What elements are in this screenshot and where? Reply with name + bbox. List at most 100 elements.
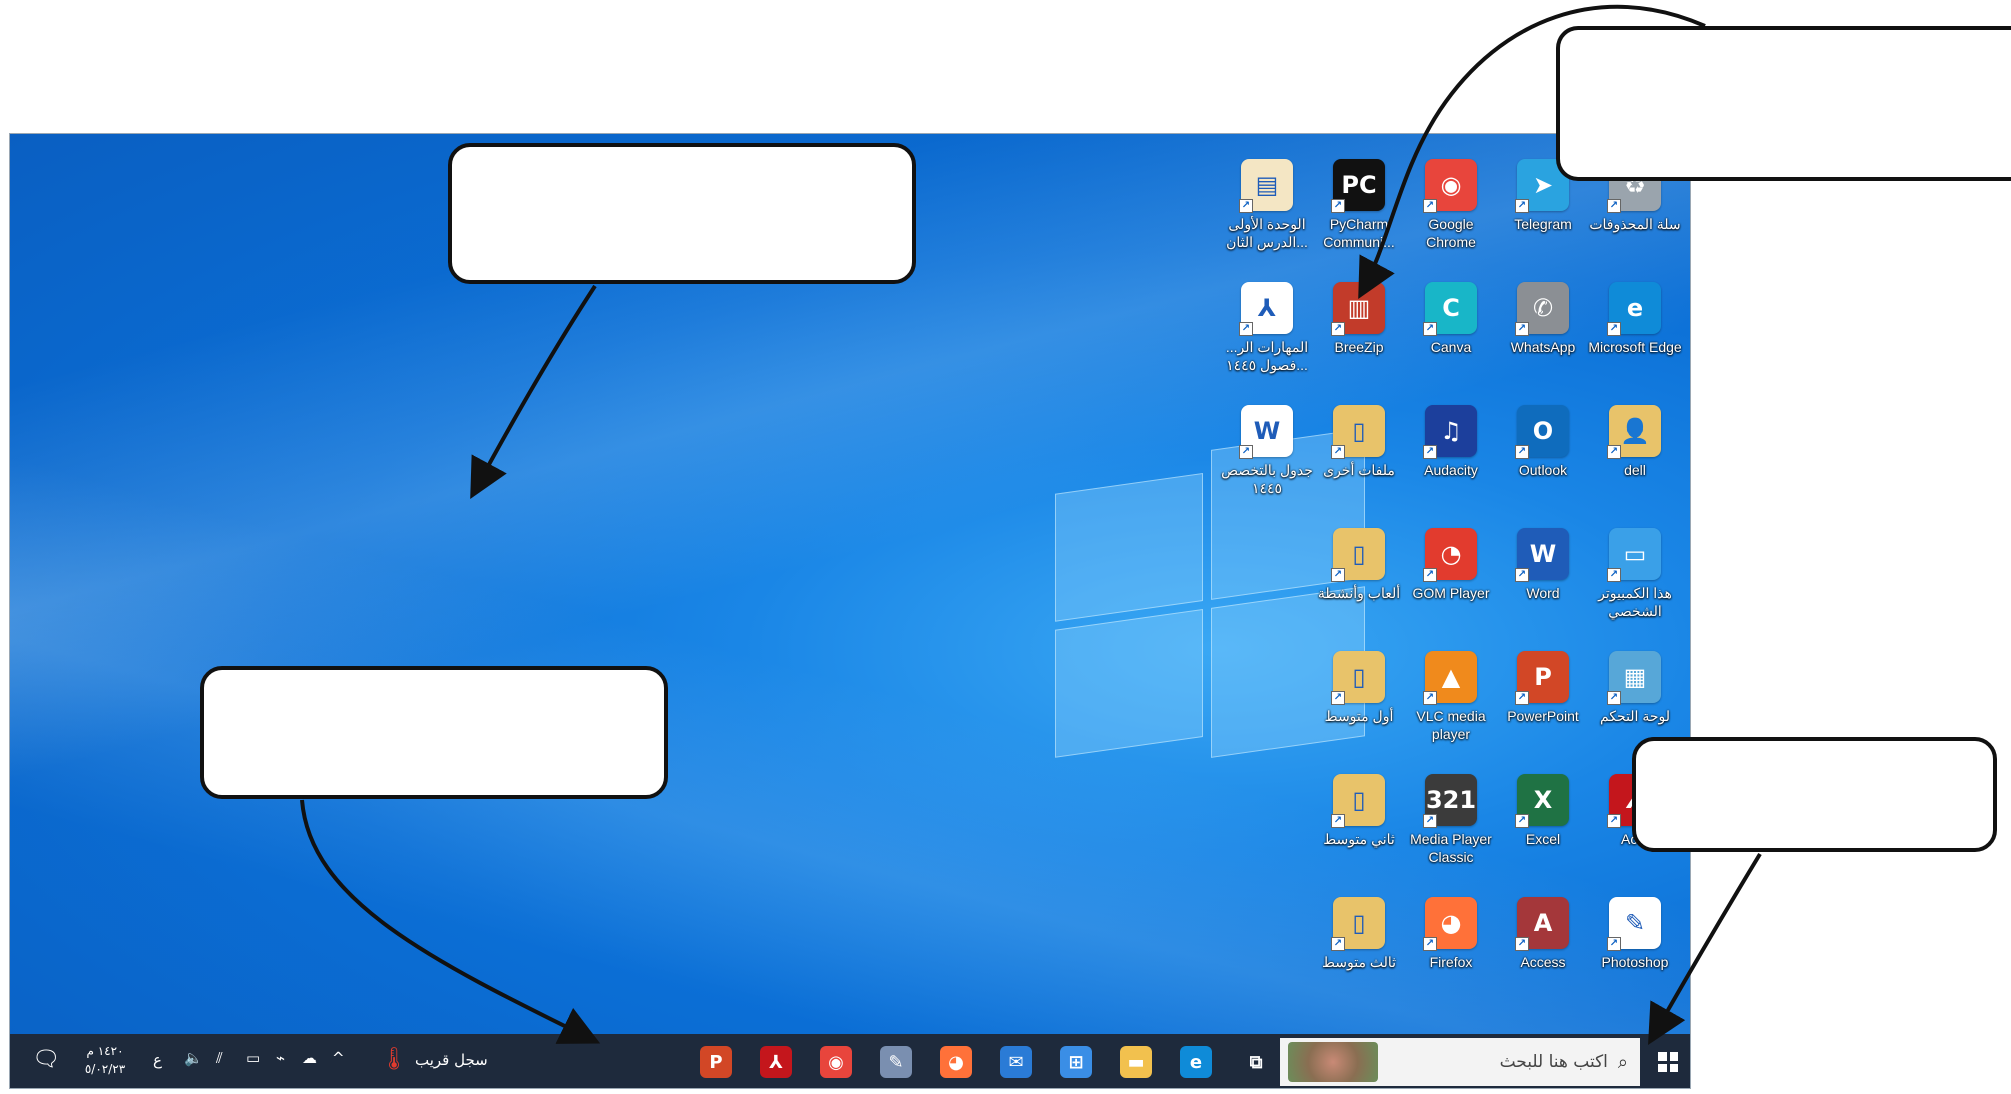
desktop-icon[interactable]: ✎ ↗ Photoshop xyxy=(1588,897,1682,1017)
search-highlight-image xyxy=(1288,1042,1378,1082)
shortcut-arrow-icon: ↗ xyxy=(1423,691,1437,705)
desktop-icon[interactable]: ✆ ↗ WhatsApp xyxy=(1496,282,1590,402)
shortcut-arrow-icon: ↗ xyxy=(1331,568,1345,582)
taskbar: اكتب هنا للبحث ⌕ ⧉ e ▬ ⊞ ✉ ◕ ✎ ◉ ⅄ P سجل قريب 🌡 ^… xyxy=(10,1034,1690,1088)
media-player-classic-icon: 321 ↗ xyxy=(1423,774,1477,828)
desktop-icon[interactable]: ◕ ↗ Firefox xyxy=(1404,897,1498,1017)
paint-icon[interactable]: ✎ xyxy=(880,1046,912,1078)
desktop-icon-label: Photoshop xyxy=(1601,954,1669,970)
desktop-icon[interactable]: ▯ ↗ ثالث متوسط xyxy=(1312,897,1406,1017)
shortcut-arrow-icon: ↗ xyxy=(1423,814,1437,828)
audacity-icon: ♫ ↗ xyxy=(1423,405,1477,459)
desktop-icon[interactable]: W ↗ Word xyxy=(1496,528,1590,648)
chevron-up-icon[interactable]: ^ xyxy=(332,1049,345,1067)
shortcut-arrow-icon: ↗ xyxy=(1331,199,1345,213)
desktop-icon[interactable]: PC ↗ PyCharm Communi... xyxy=(1312,159,1406,279)
shortcut-arrow-icon: ↗ xyxy=(1423,937,1437,951)
weather-text[interactable]: سجل قريب xyxy=(415,1051,488,1069)
desktop-icon[interactable]: P ↗ PowerPoint xyxy=(1496,651,1590,771)
acrobat-icon[interactable]: ⅄ xyxy=(760,1046,792,1078)
outlook-icon: O ↗ xyxy=(1515,405,1569,459)
shortcut-arrow-icon: ↗ xyxy=(1331,937,1345,951)
word-file-icon: W ↗ xyxy=(1239,405,1293,459)
breezip-icon: ▥ ↗ xyxy=(1331,282,1385,336)
desktop-icon[interactable]: 👤 ↗ dell xyxy=(1588,405,1682,525)
desktop-icon[interactable]: ⅄ ↗ ...المهارات الر ...فصول ١٤٤٥ xyxy=(1220,282,1314,402)
desktop-icon[interactable]: ▭ ↗ هذا الكمبيوتر الشخصي xyxy=(1588,528,1682,648)
network-icon[interactable]: ⫽ xyxy=(216,1049,223,1067)
desktop-icon[interactable]: A ↗ Access xyxy=(1496,897,1590,1017)
desktop-icon[interactable]: ◉ ↗ Google Chrome xyxy=(1404,159,1498,279)
desktop-icon[interactable]: 321 ↗ Media Player Classic xyxy=(1404,774,1498,894)
clock[interactable]: ١٤٢٠ م ٥/٠٢/٢٣ xyxy=(75,1042,135,1078)
shortcut-arrow-icon: ↗ xyxy=(1515,568,1529,582)
shortcut-arrow-icon: ↗ xyxy=(1607,691,1621,705)
shortcut-arrow-icon: ↗ xyxy=(1423,199,1437,213)
usb-icon[interactable]: ⌁ xyxy=(276,1049,285,1067)
start-button[interactable] xyxy=(1650,1044,1686,1080)
desktop-icon[interactable]: C ↗ Canva xyxy=(1404,282,1498,402)
this-pc-icon: ▭ ↗ xyxy=(1607,528,1661,582)
desktop-icon-label: Excel xyxy=(1525,831,1561,847)
desktop-icon[interactable]: ▥ ↗ BreeZip xyxy=(1312,282,1406,402)
file-explorer-icon[interactable]: ▬ xyxy=(1120,1046,1152,1078)
desktop-icon[interactable]: ▯ ↗ ملفات أخرى xyxy=(1312,405,1406,525)
desktop-icon-label: PyCharm Communi... xyxy=(1323,216,1395,250)
search-icon: ⌕ xyxy=(1617,1051,1628,1073)
desktop-icon[interactable]: W ↗ جدول بالتخصص ١٤٤٥ xyxy=(1220,405,1314,525)
mail-icon[interactable]: ✉ xyxy=(1000,1046,1032,1078)
volume-icon[interactable]: 🔈 xyxy=(184,1049,203,1067)
desktop-icon-label: هذا الكمبيوتر الشخصي xyxy=(1598,585,1672,619)
desktop-icon-label: Access xyxy=(1520,954,1566,970)
desktop-icon[interactable]: X ↗ Excel xyxy=(1496,774,1590,894)
desktop-icon-label: Microsoft Edge xyxy=(1588,339,1682,355)
desktop-icon[interactable]: ▯ ↗ ثاني متوسط xyxy=(1312,774,1406,894)
excel-icon: X ↗ xyxy=(1515,774,1569,828)
shortcut-arrow-icon: ↗ xyxy=(1607,322,1621,336)
desktop-icon-label: Media Player Classic xyxy=(1410,831,1492,865)
powerpoint-icon: P ↗ xyxy=(1515,651,1569,705)
desktop-icon-label: Google Chrome xyxy=(1426,216,1476,250)
edge-icon[interactable]: e xyxy=(1180,1046,1212,1078)
shortcut-arrow-icon: ↗ xyxy=(1331,445,1345,459)
desktop-icon[interactable]: ▲ ↗ VLC media player xyxy=(1404,651,1498,771)
edge-icon: e ↗ xyxy=(1607,282,1661,336)
desktop-icon-label: WhatsApp xyxy=(1510,339,1576,355)
desktop-icon[interactable]: ♫ ↗ Audacity xyxy=(1404,405,1498,525)
desktop-icon-label: لوحة التحكم xyxy=(1599,708,1670,724)
pdf-file-icon: ⅄ ↗ xyxy=(1239,282,1293,336)
callout-box-middle-left xyxy=(200,666,668,799)
shortcut-arrow-icon: ↗ xyxy=(1607,445,1621,459)
desktop-icon[interactable]: ▤ ↗ الوحدة الأولى الدرس الثان... xyxy=(1220,159,1314,279)
thermometer-icon: 🌡 xyxy=(380,1047,408,1072)
firefox-icon[interactable]: ◕ xyxy=(940,1046,972,1078)
search-box[interactable]: اكتب هنا للبحث ⌕ xyxy=(1280,1038,1640,1086)
desktop-icon-label: GOM Player xyxy=(1412,585,1490,601)
desktop-icon-label: Telegram xyxy=(1514,216,1572,232)
notification-center-icon[interactable]: 🗨 xyxy=(32,1047,60,1072)
onedrive-icon[interactable]: ☁ xyxy=(302,1049,317,1067)
desktop-icon-label: PowerPoint xyxy=(1507,708,1579,724)
whatsapp-icon: ✆ ↗ xyxy=(1515,282,1569,336)
battery-icon[interactable]: ▭ xyxy=(246,1049,260,1067)
microsoft-store-icon[interactable]: ⊞ xyxy=(1060,1046,1092,1078)
desktop-icon[interactable]: e ↗ Microsoft Edge xyxy=(1588,282,1682,402)
desktop-icon[interactable]: ▯ ↗ ألعاب وأنشطة xyxy=(1312,528,1406,648)
desktop-icon[interactable]: ▯ ↗ أول متوسط xyxy=(1312,651,1406,771)
clock-time: ١٤٢٠ م xyxy=(86,1044,124,1058)
desktop-icon[interactable]: O ↗ Outlook xyxy=(1496,405,1590,525)
folder-icon: ▯ ↗ xyxy=(1331,405,1385,459)
task-view-icon[interactable]: ⧉ xyxy=(1240,1046,1272,1078)
shortcut-arrow-icon: ↗ xyxy=(1239,199,1253,213)
shortcut-arrow-icon: ↗ xyxy=(1239,322,1253,336)
desktop-icon-label: Outlook xyxy=(1518,462,1568,478)
language-indicator[interactable]: ع xyxy=(153,1051,162,1069)
desktop-icon-label: Canva xyxy=(1430,339,1472,355)
powerpoint-icon[interactable]: P xyxy=(700,1046,732,1078)
shortcut-arrow-icon: ↗ xyxy=(1331,322,1345,336)
callout-box-bottom-right xyxy=(1632,737,1997,852)
desktop-icon-label: VLC media player xyxy=(1416,708,1486,742)
shortcut-arrow-icon: ↗ xyxy=(1331,691,1345,705)
chrome-icon[interactable]: ◉ xyxy=(820,1046,852,1078)
desktop-icon[interactable]: ◔ ↗ GOM Player xyxy=(1404,528,1498,648)
